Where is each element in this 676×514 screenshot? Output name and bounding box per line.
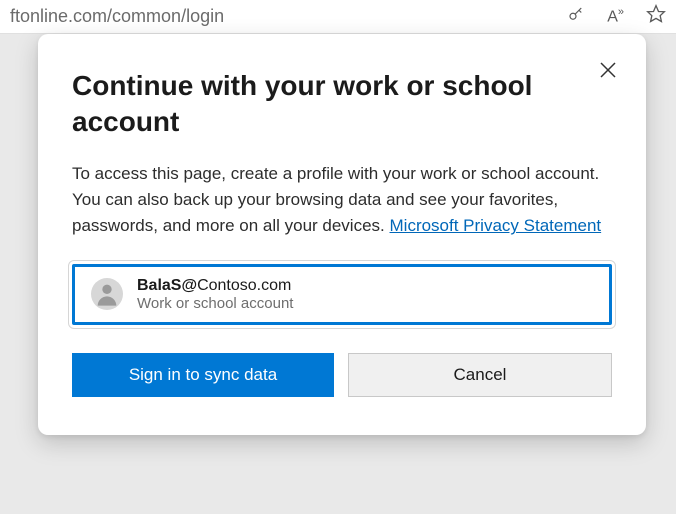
account-card[interactable]: BalaS@Contoso.com Work or school account: [72, 264, 612, 325]
sign-in-button[interactable]: Sign in to sync data: [72, 353, 334, 397]
favorite-icon[interactable]: [646, 4, 666, 29]
key-icon[interactable]: [567, 5, 585, 28]
dialog-title: Continue with your work or school accoun…: [72, 68, 612, 141]
account-email-domain: Contoso.com: [197, 277, 291, 294]
toolbar-icons: A»: [567, 4, 666, 29]
avatar-icon: [91, 278, 123, 310]
cancel-button[interactable]: Cancel: [348, 353, 612, 397]
address-bar: ftonline.com/common/login A»: [0, 0, 676, 34]
account-info: BalaS@Contoso.com Work or school account: [137, 277, 293, 312]
close-button[interactable]: [594, 56, 622, 84]
privacy-link[interactable]: Microsoft Privacy Statement: [390, 216, 602, 235]
button-row: Sign in to sync data Cancel: [72, 353, 612, 397]
url-text: ftonline.com/common/login: [10, 6, 567, 27]
account-email: BalaS@Contoso.com: [137, 277, 293, 295]
profile-dialog: Continue with your work or school accoun…: [38, 34, 646, 435]
dialog-description: To access this page, create a profile wi…: [72, 161, 612, 240]
account-type: Work or school account: [137, 295, 293, 312]
account-email-prefix: BalaS@: [137, 277, 197, 294]
text-size-icon[interactable]: A»: [607, 6, 624, 26]
